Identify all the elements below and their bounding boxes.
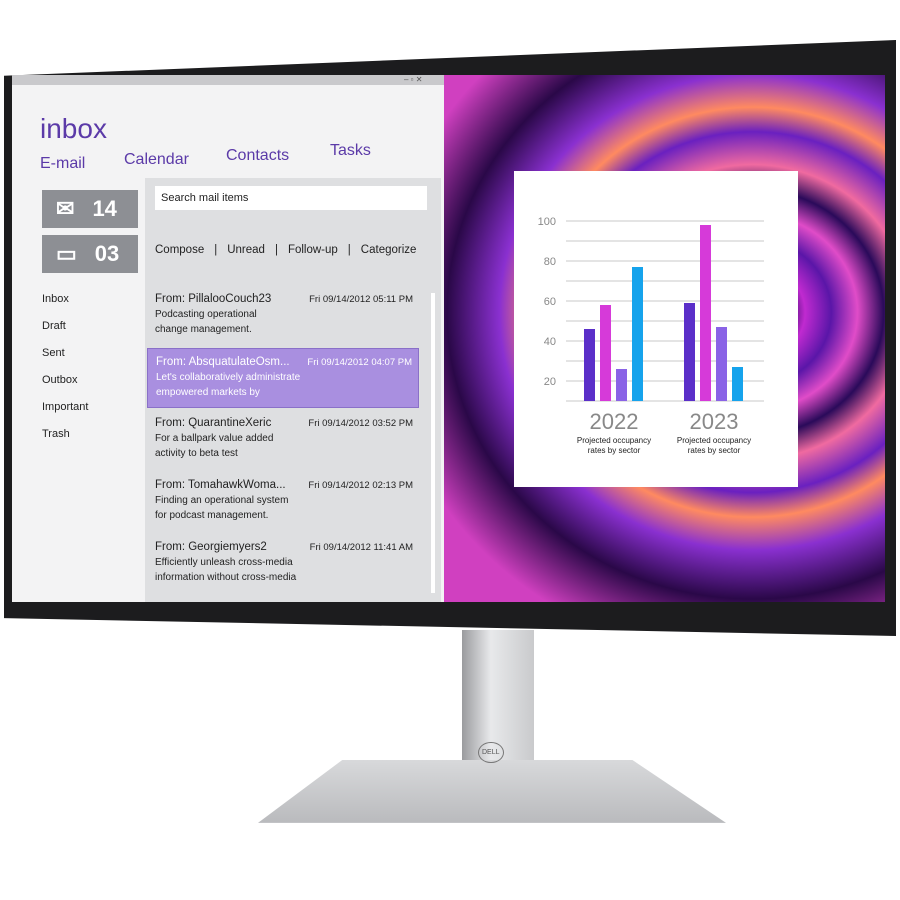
y-tick-label: 20 xyxy=(544,376,556,388)
mail-list-pane: Search mail items Compose | Unread | Follo… xyxy=(145,178,441,602)
category-label: 2023 xyxy=(690,409,739,434)
message-count: 03 xyxy=(94,241,120,266)
categorize-button[interactable]: Categorize xyxy=(361,244,417,256)
separator: | xyxy=(347,244,351,256)
group-caption: Projected occupancy xyxy=(677,436,751,445)
mail-preview-line: Let's collaboratively administrate xyxy=(156,372,301,383)
nav-tasks[interactable]: Tasks xyxy=(330,142,371,160)
group-caption: rates by sector xyxy=(588,446,641,455)
mail-date: Fri 09/14/2012 04:07 PM xyxy=(307,357,412,368)
nav-email[interactable]: E-mail xyxy=(40,155,85,173)
mail-preview-line: Podcasting operational xyxy=(155,309,257,320)
bar xyxy=(732,367,743,401)
folder-draft[interactable]: Draft xyxy=(42,320,88,347)
monitor-base xyxy=(258,760,726,823)
monitor-screen: – ▫ ✕ inbox E-mail Calendar Contacts Tas… xyxy=(12,75,885,602)
window-controls[interactable]: – ▫ ✕ xyxy=(404,75,422,84)
bar xyxy=(684,303,695,401)
bar xyxy=(716,327,727,401)
mail-preview-line: change management. xyxy=(155,324,252,335)
mail-count: 14 xyxy=(92,196,117,221)
nav-calendar[interactable]: Calendar xyxy=(124,151,189,169)
y-tick-label: 60 xyxy=(544,296,556,308)
mail-item[interactable]: From: TomahawkWoma... Fri 09/14/2012 02:1… xyxy=(147,472,419,532)
folder-outbox[interactable]: Outbox xyxy=(42,374,88,401)
group-caption: Projected occupancy xyxy=(577,436,651,445)
bar xyxy=(584,329,595,401)
bar xyxy=(600,305,611,401)
mail-item[interactable]: From: AbsquatulateOsm... Fri 09/14/2012 0… xyxy=(147,348,419,408)
y-tick-label: 100 xyxy=(538,216,556,228)
mail-item[interactable]: From: PillalooCouch23 Fri 09/14/2012 05:1… xyxy=(147,286,419,346)
folder-important[interactable]: Important xyxy=(42,401,88,428)
bar xyxy=(632,267,643,401)
unread-mail-counter[interactable]: ✉ 14 xyxy=(42,190,138,228)
separator: | xyxy=(214,244,218,256)
mail-preview-line: activity to beta test xyxy=(155,448,238,459)
app-title: inbox xyxy=(40,113,107,144)
brand-logo: DELL xyxy=(478,742,504,763)
unread-button[interactable]: Unread xyxy=(227,244,265,256)
search-input[interactable]: Search mail items xyxy=(155,186,427,210)
mail-date: Fri 09/14/2012 03:52 PM xyxy=(308,418,413,429)
title-bar: – ▫ ✕ xyxy=(12,75,444,85)
compose-button[interactable]: Compose xyxy=(155,244,204,256)
bar-chart: 204060801002022Projected occupancyrates … xyxy=(538,216,764,455)
folder-list: Inbox Draft Sent Outbox Important Trash xyxy=(42,293,88,455)
mail-preview-line: for podcast management. xyxy=(155,510,269,521)
mail-date: Fri 09/14/2012 02:13 PM xyxy=(308,480,413,491)
chat-bubble-icon: ▭ xyxy=(56,241,77,266)
group-caption: rates by sector xyxy=(688,446,741,455)
messages-counter[interactable]: ▭ 03 xyxy=(42,235,138,273)
bar xyxy=(700,225,711,401)
mail-preview-line: information without cross-media xyxy=(155,572,297,583)
mail-item[interactable]: From: QuarantineXeric Fri 09/14/2012 03:5… xyxy=(147,410,419,470)
category-label: 2022 xyxy=(590,409,639,434)
chart-card: 20 40 60 80 100 2022 Projected occupancy rates … xyxy=(514,171,798,487)
bar xyxy=(616,369,627,401)
mail-actions: Compose | Unread | Follow-up | Categorize xyxy=(155,244,416,256)
scrollbar[interactable] xyxy=(431,293,435,593)
mail-item[interactable]: From: Georgiemyers2 Fri 09/14/2012 11:41 … xyxy=(147,534,419,594)
mail-date: Fri 09/14/2012 11:41 AM xyxy=(309,542,413,553)
folder-sent[interactable]: Sent xyxy=(42,347,88,374)
mail-preview-line: empowered markets by xyxy=(156,387,260,398)
nav-contacts[interactable]: Contacts xyxy=(226,147,289,165)
mail-date: Fri 09/14/2012 05:11 PM xyxy=(309,294,413,305)
y-tick-label: 80 xyxy=(544,256,556,268)
y-tick-label: 40 xyxy=(544,336,556,348)
mail-preview-line: Finding an operational system xyxy=(155,495,289,506)
envelope-icon: ✉ xyxy=(56,196,75,221)
folder-trash[interactable]: Trash xyxy=(42,428,88,455)
separator: | xyxy=(274,244,278,256)
folder-inbox[interactable]: Inbox xyxy=(42,293,88,320)
mail-app: – ▫ ✕ inbox E-mail Calendar Contacts Tas… xyxy=(12,75,444,602)
follow-up-button[interactable]: Follow-up xyxy=(288,244,338,256)
mail-preview-line: For a ballpark value added xyxy=(155,433,274,444)
mail-preview-line: Efficiently unleash cross-media xyxy=(155,557,293,568)
